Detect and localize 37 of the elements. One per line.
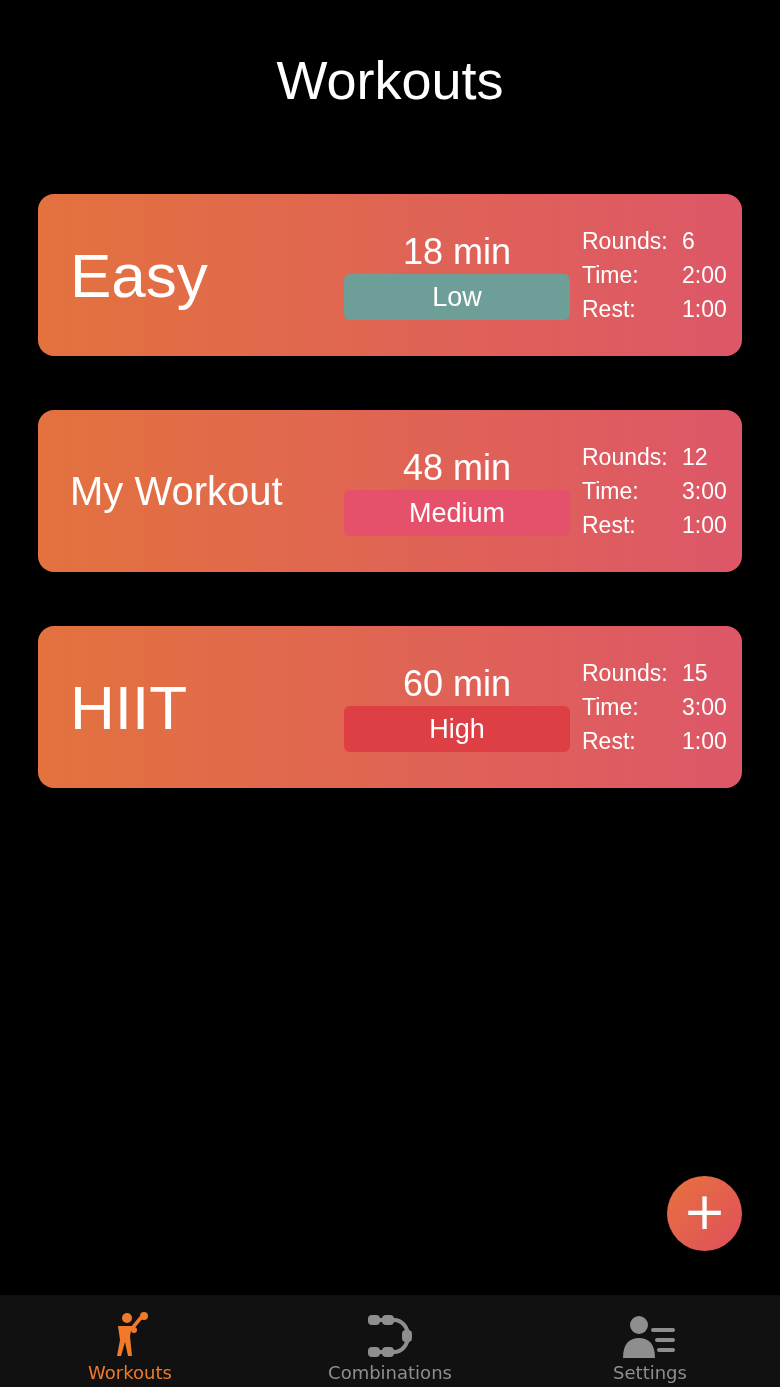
workout-name: HIIT <box>70 671 189 743</box>
profile-icon <box>623 1314 677 1358</box>
stat-label: Rounds: <box>582 443 669 472</box>
stat-value: 1:00 <box>682 295 728 324</box>
stat-value: 1:00 <box>682 511 728 540</box>
workout-name: Easy <box>70 239 209 311</box>
stat-value: 3:00 <box>682 693 728 722</box>
tab[interactable]: Workouts <box>0 1295 260 1387</box>
workout-card[interactable]: Easy 18 min Low Rounds: 6 Time: 2:00 Rest: 1:00 <box>38 194 742 356</box>
stat-value: 15 <box>682 659 709 688</box>
chain-icon <box>366 1314 414 1358</box>
stat-label: Rest: <box>582 727 637 756</box>
stat-label: Time: <box>582 693 640 722</box>
intensity-badge: High <box>344 706 570 752</box>
tab[interactable]: Settings <box>520 1295 780 1387</box>
stat-label: Time: <box>582 261 640 290</box>
page-title: Workouts <box>275 49 505 112</box>
add-button[interactable]: + <box>667 1176 742 1251</box>
stat-label: Rounds: <box>582 227 669 256</box>
workout-name: My Workout <box>70 468 284 514</box>
stat-value: 3:00 <box>682 477 728 506</box>
workout-duration: 48 min <box>402 446 512 490</box>
stat-value: 6 <box>682 227 696 256</box>
workout-duration: 18 min <box>402 230 512 274</box>
stat-value: 12 <box>682 443 709 472</box>
tab[interactable]: Combinations <box>260 1295 520 1387</box>
stat-label: Rounds: <box>582 659 669 688</box>
intensity-badge: Low <box>344 274 570 320</box>
stat-label: Time: <box>582 477 640 506</box>
stat-value: 1:00 <box>682 727 728 756</box>
intensity-badge: Medium <box>344 490 570 536</box>
stat-value: 2:00 <box>682 261 728 290</box>
workout-card[interactable]: My Workout 48 min Medium Rounds: 12 Time: 3:00 Rest: 1:00 <box>38 410 742 572</box>
workout-card[interactable]: HIIT 60 min High Rounds: 15 Time: 3:00 Rest: 1:00 <box>38 626 742 788</box>
stat-label: Rest: <box>582 295 637 324</box>
stat-label: Rest: <box>582 511 637 540</box>
workout-duration: 60 min <box>402 662 512 706</box>
